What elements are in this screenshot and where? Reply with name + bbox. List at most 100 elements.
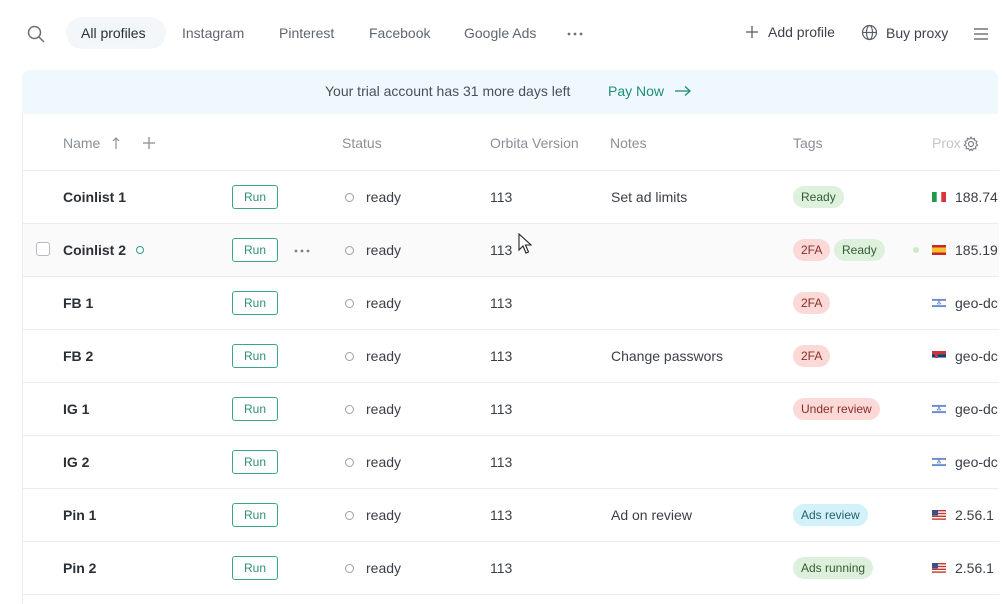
run-button[interactable]: Run bbox=[232, 291, 278, 315]
status-dot bbox=[345, 352, 354, 361]
profile-name[interactable]: Pin 1 bbox=[63, 507, 96, 523]
tab-facebook[interactable]: Facebook bbox=[369, 24, 430, 42]
tag-badge[interactable]: Ready bbox=[834, 239, 885, 261]
profile-status: ready bbox=[366, 560, 402, 576]
proxy-address[interactable]: 2.56.1 bbox=[955, 507, 999, 523]
tab-instagram[interactable]: Instagram bbox=[182, 24, 244, 42]
orbita-version: 113 bbox=[490, 560, 513, 576]
row-checkbox[interactable] bbox=[36, 242, 50, 256]
pay-now-label: Pay Now bbox=[608, 83, 665, 99]
run-button[interactable]: Run bbox=[232, 450, 278, 474]
plus-icon bbox=[746, 26, 758, 38]
table-row[interactable]: IG 1 Run ready 113 Under review geo-dc bbox=[23, 383, 999, 436]
country-flag-icon bbox=[932, 404, 946, 414]
table-row[interactable]: FB 1 Run ready 113 2FA geo-dc bbox=[23, 277, 999, 330]
orbita-version: 113 bbox=[490, 295, 513, 311]
more-horizontal-icon[interactable] bbox=[566, 31, 584, 37]
profile-name[interactable]: FB 2 bbox=[63, 348, 93, 364]
orbita-version: 113 bbox=[490, 454, 513, 470]
table-header: Name Status Orbita Version Notes Tags Pr… bbox=[23, 114, 999, 171]
proxy-address[interactable]: 188.74 bbox=[955, 189, 999, 205]
column-header-status[interactable]: Status bbox=[342, 135, 382, 151]
add-profile-label: Add profile bbox=[768, 24, 835, 40]
profile-status: ready bbox=[366, 348, 402, 364]
tab-pinterest[interactable]: Pinterest bbox=[279, 24, 334, 42]
status-dot bbox=[345, 246, 354, 255]
profile-note[interactable]: Set ad limits bbox=[611, 189, 687, 205]
proxy-address[interactable]: geo-dc bbox=[955, 454, 999, 470]
tag-badge[interactable]: 2FA bbox=[793, 239, 831, 261]
profile-name[interactable]: Coinlist 1 bbox=[63, 189, 126, 205]
table-row[interactable]: IG 2 Run ready 113 geo-dc bbox=[23, 436, 999, 489]
proxy-address[interactable]: geo-dc bbox=[955, 295, 999, 311]
mouse-cursor bbox=[518, 233, 532, 254]
tab-all-profiles[interactable]: All profiles bbox=[81, 24, 146, 42]
profile-name[interactable]: IG 2 bbox=[63, 454, 89, 470]
country-flag-icon bbox=[932, 510, 946, 520]
table-row[interactable]: Coinlist 2 Run ready 113 2FA Ready 185.19 bbox=[23, 224, 999, 277]
column-header-proxy[interactable]: Prox bbox=[932, 135, 961, 151]
profile-note[interactable]: Ad on review bbox=[611, 507, 692, 523]
run-button[interactable]: Run bbox=[232, 503, 278, 527]
run-button[interactable]: Run bbox=[232, 185, 278, 209]
search-icon[interactable] bbox=[27, 25, 45, 43]
proxy-address[interactable]: 2.56.1 bbox=[955, 560, 999, 576]
profile-name[interactable]: Pin 2 bbox=[63, 560, 96, 576]
column-header-tags[interactable]: Tags bbox=[793, 135, 823, 151]
tag-badge[interactable]: Ads review bbox=[793, 504, 868, 526]
orbita-version: 113 bbox=[490, 401, 513, 417]
profiles-table: Name Status Orbita Version Notes Tags Pr… bbox=[22, 114, 999, 604]
table-row[interactable]: Coinlist 1 Run ready 113 Set ad limits Ready 1… bbox=[23, 171, 999, 224]
column-header-notes[interactable]: Notes bbox=[610, 135, 647, 151]
menu-icon[interactable] bbox=[973, 26, 989, 42]
run-button[interactable]: Run bbox=[232, 344, 278, 368]
online-indicator bbox=[136, 246, 144, 254]
orbita-version: 113 bbox=[490, 189, 513, 205]
run-button[interactable]: Run bbox=[232, 238, 278, 262]
tab-google-ads[interactable]: Google Ads bbox=[464, 24, 536, 42]
tag-badge[interactable]: 2FA bbox=[793, 292, 831, 314]
profile-status: ready bbox=[366, 295, 402, 311]
table-row[interactable]: Pin 1 Run ready 113 Ad on review Ads review 2.… bbox=[23, 489, 999, 542]
top-navigation: All profiles Instagram Pinterest Faceboo… bbox=[0, 0, 1002, 66]
tag-badge[interactable]: Under review bbox=[793, 398, 880, 420]
tag-indicator-dot bbox=[913, 247, 919, 253]
column-header-version[interactable]: Orbita Version bbox=[490, 135, 579, 151]
tag-badge[interactable]: 2FA bbox=[793, 345, 831, 367]
add-column-icon[interactable] bbox=[142, 136, 156, 150]
proxy-address[interactable]: geo-dc bbox=[955, 348, 999, 364]
profile-name[interactable]: FB 1 bbox=[63, 295, 93, 311]
country-flag-icon bbox=[932, 192, 946, 202]
pay-now-link[interactable]: Pay Now bbox=[608, 83, 692, 99]
proxy-address[interactable]: 185.19 bbox=[955, 242, 999, 258]
arrow-right-icon bbox=[675, 86, 692, 96]
tag-badge[interactable]: Ads running bbox=[793, 557, 874, 579]
run-button[interactable]: Run bbox=[232, 397, 278, 421]
status-dot bbox=[345, 299, 354, 308]
table-row[interactable]: FB 2 Run ready 113 Change passwors 2FA geo-dc bbox=[23, 330, 999, 383]
country-flag-icon bbox=[932, 351, 946, 361]
status-dot bbox=[345, 511, 354, 520]
orbita-version: 113 bbox=[490, 348, 513, 364]
run-button[interactable]: Run bbox=[232, 556, 278, 580]
table-row[interactable]: Pin 2 Run ready 113 Ads running 2.56.1 bbox=[23, 542, 999, 595]
column-header-name[interactable]: Name bbox=[63, 135, 100, 151]
more-horizontal-icon[interactable] bbox=[293, 248, 311, 254]
profile-name[interactable]: Coinlist 2 bbox=[63, 242, 126, 258]
add-profile-button[interactable]: Add profile bbox=[744, 24, 835, 40]
status-dot bbox=[345, 405, 354, 414]
status-dot bbox=[345, 193, 354, 202]
country-flag-icon bbox=[932, 563, 946, 573]
profile-note[interactable]: Change passwors bbox=[611, 348, 723, 364]
profile-name[interactable]: IG 1 bbox=[63, 401, 89, 417]
buy-proxy-button[interactable]: Buy proxy bbox=[861, 24, 948, 41]
country-flag-icon bbox=[932, 298, 946, 308]
gear-icon[interactable] bbox=[963, 136, 979, 152]
tag-badge[interactable]: Ready bbox=[793, 186, 844, 208]
buy-proxy-label: Buy proxy bbox=[886, 24, 949, 41]
country-flag-icon bbox=[932, 245, 946, 255]
sort-arrow-icon[interactable] bbox=[111, 136, 121, 150]
trial-banner-text: Your trial account has 31 more days left bbox=[325, 83, 571, 99]
proxy-address[interactable]: geo-dc bbox=[955, 401, 999, 417]
status-dot bbox=[345, 458, 354, 467]
